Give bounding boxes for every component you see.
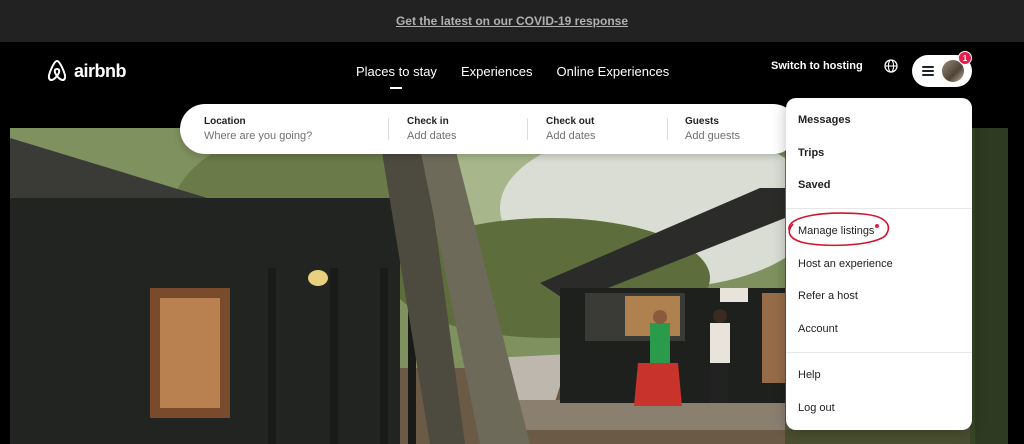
menu-item-saved[interactable]: Saved (798, 179, 830, 191)
menu-item-messages[interactable]: Messages (798, 114, 851, 126)
menu-divider (786, 208, 972, 209)
guests-placeholder: Add guests (685, 130, 741, 142)
menu-divider (786, 352, 972, 353)
profile-dropdown-menu: Messages Trips Saved Manage listings Hos… (786, 98, 972, 430)
check-out-placeholder: Add dates (546, 130, 596, 142)
search-divider (667, 118, 668, 140)
location-label: Location (204, 116, 246, 127)
tab-experiences[interactable]: Experiences (461, 64, 533, 79)
right-nav: Switch to hosting 1 (771, 51, 972, 87)
menu-item-manage-listings[interactable]: Manage listings (798, 224, 880, 237)
covid-link[interactable]: Get the latest on our COVID-19 response (396, 14, 628, 28)
check-in-placeholder: Add dates (407, 130, 457, 142)
menu-item-help[interactable]: Help (798, 369, 821, 381)
check-out-label: Check out (546, 116, 595, 127)
hamburger-icon (922, 66, 934, 76)
covid-banner: Get the latest on our COVID-19 response (0, 0, 1024, 42)
menu-item-host-experience[interactable]: Host an experience (798, 258, 893, 270)
tab-places-to-stay[interactable]: Places to stay (356, 64, 437, 89)
search-divider (388, 118, 389, 140)
profile-menu-button[interactable]: 1 (912, 51, 972, 87)
top-nav: airbnb Places to stay Experiences Online… (0, 42, 1024, 104)
globe-icon[interactable] (883, 58, 899, 74)
check-in-label: Check in (407, 116, 449, 127)
menu-item-refer-host[interactable]: Refer a host (798, 290, 858, 302)
tab-online-experiences[interactable]: Online Experiences (556, 64, 669, 79)
switch-to-hosting-link[interactable]: Switch to hosting (771, 60, 863, 72)
location-placeholder: Where are you going? (204, 130, 313, 142)
guests-label: Guests (685, 116, 719, 127)
menu-item-trips[interactable]: Trips (798, 147, 824, 159)
logo-text: airbnb (74, 60, 127, 81)
menu-item-account[interactable]: Account (798, 323, 838, 335)
search-bar: Location Where are you going? Check in A… (180, 104, 798, 154)
check-out-field[interactable]: Check out Add dates (546, 116, 596, 142)
center-tabs: Places to stay Experiences Online Experi… (356, 64, 669, 89)
notification-dot (875, 224, 880, 228)
notification-badge: 1 (958, 51, 972, 65)
check-in-field[interactable]: Check in Add dates (407, 116, 457, 142)
guests-field[interactable]: Guests Add guests (685, 116, 740, 142)
search-divider (527, 118, 528, 140)
menu-item-log-out[interactable]: Log out (798, 402, 835, 414)
airbnb-logo[interactable]: airbnb (46, 59, 127, 83)
airbnb-belo-icon (47, 59, 67, 82)
location-field[interactable]: Location Where are you going? (204, 116, 312, 142)
airbnb-page: Get the latest on our COVID-19 response (0, 0, 1024, 444)
manage-listings-label: Manage listings (798, 225, 875, 237)
